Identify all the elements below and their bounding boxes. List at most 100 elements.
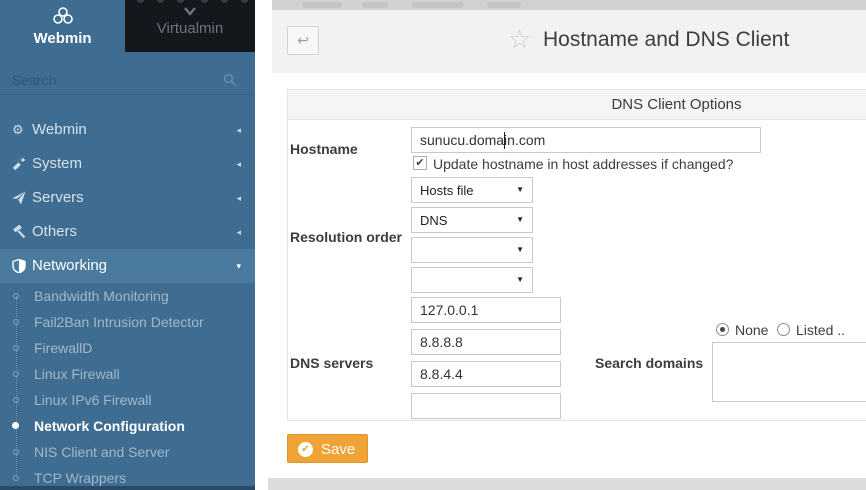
select-arrow-icon: ▼ — [516, 245, 524, 254]
page-title: Hostname and DNS Client — [543, 28, 789, 52]
expand-arrow-icon: ▾ — [236, 261, 241, 272]
decoration — [412, 2, 464, 8]
search-domains-textarea[interactable] — [712, 342, 866, 402]
sidebar-item-label: System — [32, 155, 82, 172]
save-button-label: Save — [321, 441, 355, 458]
search-domains-none-radio[interactable] — [716, 323, 729, 336]
sidebar-item-label: Servers — [32, 189, 84, 206]
sidebar-subitem-label: NIS Client and Server — [34, 444, 169, 460]
bullet-icon — [13, 319, 19, 325]
update-hostname-checkbox[interactable]: ✔ — [413, 156, 427, 170]
collapse-arrow-icon: ◂ — [236, 125, 241, 136]
tab-virtualmin-label: Virtualmin — [125, 20, 255, 37]
bullet-icon — [13, 371, 19, 377]
sidebar-item-network-configuration[interactable]: Network Configuration — [0, 413, 255, 439]
resolution-select-4[interactable]: ▼ — [411, 267, 533, 293]
tab-webmin[interactable]: Webmin — [0, 0, 125, 52]
resolution-order-label: Resolution order — [290, 229, 402, 245]
search-domains-listed-label: Listed .. — [796, 322, 845, 338]
dns-server-input-3[interactable] — [411, 361, 561, 387]
wrench-icon — [12, 157, 26, 171]
sidebar-item-linux-ipv6-firewall[interactable]: Linux IPv6 Firewall — [0, 387, 255, 413]
sidebar-subitem-label: Bandwidth Monitoring — [34, 288, 169, 304]
decoration — [302, 2, 342, 8]
back-button[interactable]: ↩ — [287, 26, 319, 55]
dns-server-input-1[interactable] — [411, 297, 561, 323]
collapse-arrow-icon: ◂ — [236, 159, 241, 170]
select-value: Hosts file — [420, 183, 473, 198]
chevron-down-icon — [181, 5, 199, 17]
sidebar-item-label: Networking — [32, 257, 107, 274]
top-toolbar-cutoff — [272, 0, 866, 10]
search-domains-listed-radio[interactable] — [777, 323, 790, 336]
sidebar-subitem-label: Linux IPv6 Firewall — [34, 392, 152, 408]
sidebar-bottom-strip — [0, 486, 255, 490]
dns-server-input-2[interactable] — [411, 329, 561, 355]
dns-servers-label: DNS servers — [290, 355, 373, 371]
search-domains-label: Search domains — [595, 355, 703, 371]
search-icon[interactable] — [223, 73, 237, 87]
sidebar: Webmin Virtualmin ⚙ Webmin ◂ — [0, 0, 255, 490]
webmin-logo-icon — [50, 5, 76, 27]
update-hostname-checkbox-label: Update hostname in host addresses if cha… — [433, 156, 733, 172]
decoration-dot — [177, 0, 184, 3]
sidebar-subitem-label: Network Configuration — [34, 418, 185, 434]
decoration-dot — [201, 0, 208, 3]
select-arrow-icon: ▼ — [516, 185, 524, 194]
dns-client-options-panel: DNS Client Options Hostname ✔ Update hos… — [287, 89, 866, 421]
send-icon — [12, 191, 26, 205]
shield-icon — [12, 259, 26, 273]
star-icon[interactable]: ☆ — [508, 24, 531, 54]
resolution-select-3[interactable]: ▼ — [411, 237, 533, 263]
sidebar-item-networking[interactable]: Networking ▾ — [0, 249, 255, 283]
bullet-icon — [13, 397, 19, 403]
bullet-icon — [12, 422, 19, 429]
sidebar-item-label: Others — [32, 223, 77, 240]
tab-webmin-label: Webmin — [0, 30, 125, 47]
sidebar-item-nis-client-server[interactable]: NIS Client and Server — [0, 439, 255, 465]
sidebar-subitem-label: Fail2Ban Intrusion Detector — [34, 314, 204, 330]
footer-strip — [268, 478, 866, 490]
sidebar-item-system[interactable]: System ◂ — [0, 147, 255, 181]
decoration — [362, 2, 388, 8]
screen: Webmin Virtualmin ⚙ Webmin ◂ — [0, 0, 866, 490]
resolution-select-1[interactable]: Hosts file ▼ — [411, 177, 533, 203]
select-value: DNS — [420, 213, 447, 228]
sidebar-subitem-label: Linux Firewall — [34, 366, 120, 382]
collapse-arrow-icon: ◂ — [236, 193, 241, 204]
gear-icon: ⚙ — [12, 123, 26, 137]
sidebar-item-others[interactable]: Others ◂ — [0, 215, 255, 249]
bullet-icon — [13, 449, 19, 455]
sidebar-item-linux-firewall[interactable]: Linux Firewall — [0, 361, 255, 387]
decoration-dot — [157, 0, 164, 3]
text-caret — [504, 132, 505, 149]
panel-title: DNS Client Options — [288, 90, 866, 120]
hostname-input[interactable] — [411, 127, 761, 153]
sidebar-item-label: Webmin — [32, 121, 87, 138]
sidebar-item-fail2ban[interactable]: Fail2Ban Intrusion Detector — [0, 309, 255, 335]
bullet-icon — [13, 293, 19, 299]
save-button[interactable]: ✔ Save — [287, 434, 368, 463]
select-arrow-icon: ▼ — [516, 215, 524, 224]
decoration-dot — [137, 0, 144, 3]
collapse-arrow-icon: ◂ — [236, 227, 241, 238]
sidebar-item-bandwidth-monitoring[interactable]: Bandwidth Monitoring — [0, 283, 255, 309]
decoration — [487, 2, 521, 8]
sidebar-search — [0, 66, 255, 95]
sidebar-subitem-label: TCP Wrappers — [34, 470, 126, 486]
search-input[interactable] — [12, 69, 212, 91]
decoration-dot — [241, 0, 248, 3]
dns-server-input-4[interactable] — [411, 393, 561, 419]
sidebar-item-webmin[interactable]: ⚙ Webmin ◂ — [0, 113, 255, 147]
tab-virtualmin[interactable]: Virtualmin — [125, 0, 255, 52]
bullet-icon — [13, 345, 19, 351]
page-header: ↩ ☆ Hostname and DNS Client — [272, 10, 866, 73]
gavel-icon — [12, 225, 26, 239]
sidebar-item-firewalld[interactable]: FirewallD — [0, 335, 255, 361]
decoration-dot — [221, 0, 228, 3]
sidebar-subitem-label: FirewallD — [34, 340, 92, 356]
check-circle-icon: ✔ — [298, 442, 313, 457]
select-arrow-icon: ▼ — [516, 275, 524, 284]
resolution-select-2[interactable]: DNS ▼ — [411, 207, 533, 233]
sidebar-item-servers[interactable]: Servers ◂ — [0, 181, 255, 215]
